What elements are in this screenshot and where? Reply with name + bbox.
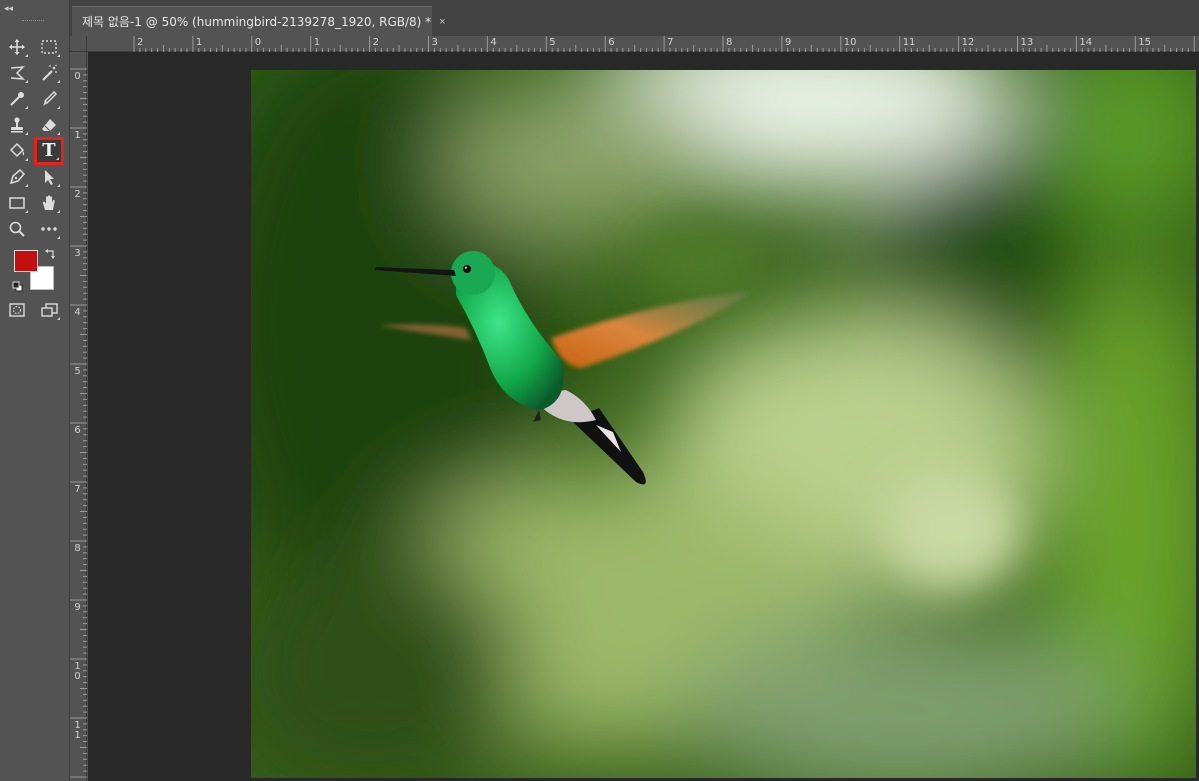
paint-bucket-tool[interactable] xyxy=(4,139,30,163)
eyedropper-tool[interactable] xyxy=(4,87,30,111)
hand-tool[interactable] xyxy=(36,191,62,215)
ruler-v-label: 2 xyxy=(74,189,81,200)
brush-tool[interactable] xyxy=(36,87,62,111)
ruler-h-label: 3 xyxy=(431,37,438,48)
tools-panel: ◂◂ T xyxy=(0,0,70,781)
lasso-tool[interactable] xyxy=(4,61,30,85)
more-icon xyxy=(41,227,57,231)
ruler-v-label: 0 xyxy=(74,71,81,82)
ruler-h-label: 8 xyxy=(726,37,733,48)
document-tab-title: 제목 없음-1 @ 50% (hummingbird-2139278_1920,… xyxy=(82,15,432,29)
ruler-v-label: 10 xyxy=(74,661,81,682)
move-tool[interactable] xyxy=(4,35,30,59)
ruler-h-label: 12 xyxy=(961,37,975,48)
ruler-v-label: 5 xyxy=(74,366,81,377)
hand-icon xyxy=(43,195,55,210)
ruler-h-label: 6 xyxy=(608,37,615,48)
ruler-h-label: 7 xyxy=(667,37,674,48)
path-selection-tool[interactable] xyxy=(36,165,62,189)
clone-stamp-icon xyxy=(11,117,23,133)
ruler-h-label: 0 xyxy=(254,37,262,48)
eraser-tool[interactable] xyxy=(36,113,62,137)
ruler-origin[interactable] xyxy=(70,36,87,52)
ruler-h-label: 11 xyxy=(902,37,916,48)
rectangle-icon xyxy=(9,197,25,209)
default-colors-icon[interactable] xyxy=(12,281,23,292)
ruler-v-label: 7 xyxy=(74,484,81,495)
ruler-h-label: 5 xyxy=(549,37,556,48)
horizontal-ruler[interactable]: 2 1 0 1 2 3 4 5 6 7 8 9 10 11 12 13 14 15 xyxy=(87,36,1199,52)
foreground-color-swatch[interactable] xyxy=(14,250,38,272)
ruler-v-label: 8 xyxy=(74,543,81,554)
ruler-v-label: 11 xyxy=(74,720,81,741)
path-selection-icon xyxy=(45,170,54,185)
ruler-v-label: 6 xyxy=(74,425,81,436)
hummingbird-image xyxy=(251,70,1196,778)
ruler-h-label: 2 xyxy=(137,37,144,48)
document-tab-bar: 제목 없음-1 @ 50% (hummingbird-2139278_1920,… xyxy=(70,0,1199,36)
rectangle-tool[interactable] xyxy=(4,191,30,215)
eyedropper-icon xyxy=(10,92,24,106)
canvas-workspace[interactable] xyxy=(88,52,1199,781)
magic-wand-icon xyxy=(42,64,57,81)
marquee-tool[interactable] xyxy=(36,35,62,59)
rect-marquee-icon xyxy=(41,40,57,54)
magic-wand-tool[interactable] xyxy=(36,61,62,85)
vertical-ruler[interactable]: 0 1 2 3 4 5 6 7 8 9 10 11 xyxy=(70,52,87,781)
ruler-v-label: 1 xyxy=(74,130,81,141)
paint-bucket-icon xyxy=(9,142,25,158)
zoom-tool[interactable] xyxy=(4,217,30,241)
zoom-icon xyxy=(9,221,25,237)
screen-mode-button[interactable] xyxy=(36,298,62,322)
edit-toolbar-button[interactable] xyxy=(36,217,62,241)
hummingbird-photo[interactable] xyxy=(251,70,1196,778)
type-tool[interactable]: T xyxy=(34,137,64,165)
ruler-h-label: 9 xyxy=(784,37,792,48)
pen-tool[interactable] xyxy=(4,165,30,189)
ruler-h-label: 2 xyxy=(372,37,379,48)
eraser-icon xyxy=(42,119,56,132)
ruler-h-label: 14 xyxy=(1079,37,1093,48)
ruler-h-label: 1 xyxy=(195,37,203,48)
clone-stamp-tool[interactable] xyxy=(4,113,30,137)
polygonal-lasso-icon xyxy=(10,66,25,80)
brush-icon xyxy=(43,91,57,106)
ruler-h-label: 10 xyxy=(843,37,857,48)
panel-grip[interactable] xyxy=(22,20,44,23)
move-icon xyxy=(9,39,25,55)
screen-mode-icon xyxy=(41,303,58,317)
pen-icon xyxy=(9,168,26,185)
ruler-h-label: 15 xyxy=(1138,37,1152,48)
close-tab-icon[interactable]: × xyxy=(439,16,445,28)
quick-mask-button[interactable] xyxy=(4,298,30,322)
ruler-v-label: 3 xyxy=(74,248,81,259)
swap-colors-icon[interactable] xyxy=(45,248,57,260)
ruler-h-label: 1 xyxy=(313,37,321,48)
ruler-h-label: 13 xyxy=(1020,37,1034,48)
type-icon: T xyxy=(42,140,56,161)
document-tab[interactable]: 제목 없음-1 @ 50% (hummingbird-2139278_1920,… xyxy=(72,6,446,36)
ruler-v-label: 4 xyxy=(74,307,81,318)
ruler-h-label: 4 xyxy=(490,37,497,48)
collapse-panel-icon[interactable]: ◂◂ xyxy=(4,4,13,14)
ruler-v-label: 9 xyxy=(74,602,81,613)
quick-mask-icon xyxy=(9,303,25,317)
